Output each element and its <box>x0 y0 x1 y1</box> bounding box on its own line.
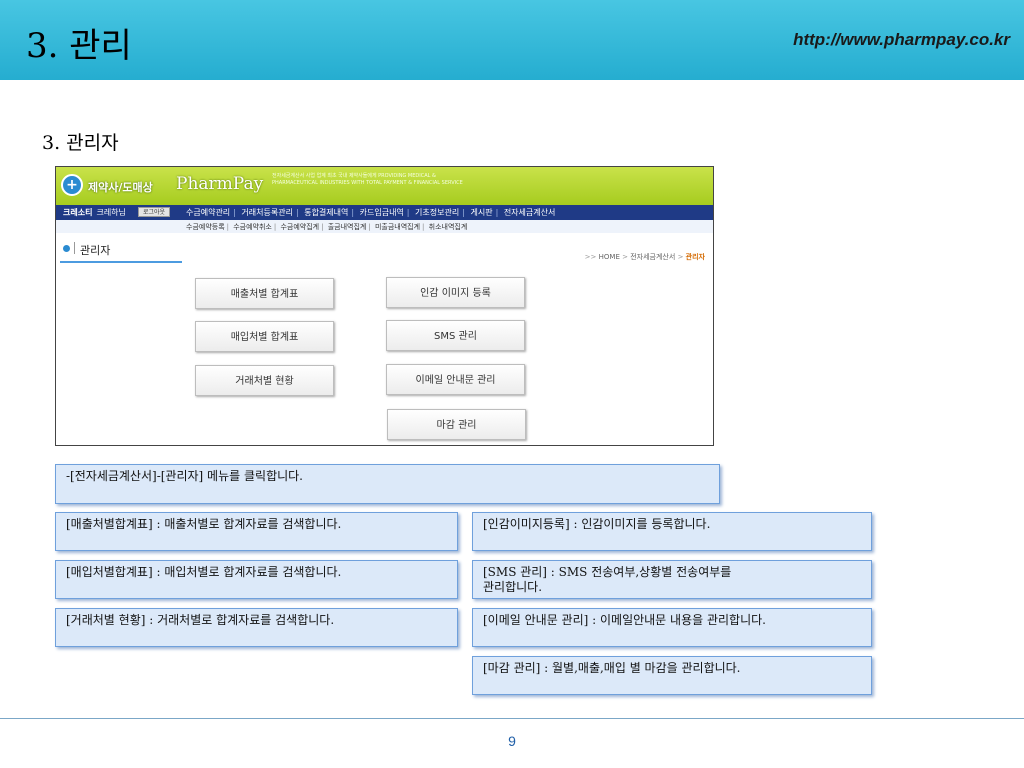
chevron-right-icon: > <box>677 253 684 261</box>
submenu-item[interactable]: 취소내역집계 <box>429 223 468 231</box>
menu-separator: | <box>462 208 465 217</box>
callout-seal-image: [인감이미지등록] : 인감이미지를 등록합니다. <box>472 512 872 551</box>
sales-summary-button[interactable]: 매출처별 합계표 <box>195 278 334 309</box>
submenu-item[interactable]: 수금예약등록 <box>186 223 225 231</box>
app-banner: + 제약사/도매상 PharmPay 전자세금계산서 사업 업계 최초 국내 제… <box>56 167 713 205</box>
user-info: 크레소티 크레하님 <box>63 207 126 218</box>
callout-email-notice: [이메일 안내문 관리] : 이메일안내문 내용을 관리합니다. <box>472 608 872 647</box>
menu-item-card-deposit[interactable]: 카드입금내역 <box>360 208 404 217</box>
submenu-item[interactable]: 미출금내역집계 <box>375 223 420 231</box>
callout-closing: [마감 관리] : 월별,매출,매입 별 마감을 관리합니다. <box>472 656 872 695</box>
app-main-nav: 크레소티 크레하님 로그아웃 수금예약관리 | 거래처등록관리 | 통합결제내역 | 카… <box>56 205 713 220</box>
app-page-title: 관리자 <box>80 244 111 257</box>
sms-manage-button[interactable]: SMS 관리 <box>386 320 525 351</box>
email-notice-manage-button[interactable]: 이메일 안내문 관리 <box>386 364 525 395</box>
page-number: 9 <box>508 733 516 749</box>
main-menu: 수금예약관리 | 거래처등록관리 | 통합결제내역 | 카드입금내역 | 기초정보관리 |… <box>186 207 555 218</box>
submenu-item[interactable]: 출금내역집계 <box>328 223 367 231</box>
submenu-separator: | <box>321 223 324 231</box>
callout-client-status: [거래처별 현황] : 거래처별로 합계자료를 검색합니다. <box>55 608 458 647</box>
footer-divider <box>0 718 1024 719</box>
menu-separator: | <box>495 208 499 217</box>
callout-sms-line2: 관리합니다. <box>483 580 543 594</box>
breadcrumb-current: 관리자 <box>685 253 705 261</box>
menu-item-collection-reservation[interactable]: 수금예약관리 <box>186 208 230 217</box>
menu-separator: | <box>351 208 355 217</box>
purchase-summary-button[interactable]: 매입처별 합계표 <box>195 321 334 352</box>
submenu-item[interactable]: 수금예약집계 <box>280 223 319 231</box>
breadcrumb-parent[interactable]: 전자세금계산서 <box>630 253 675 261</box>
menu-item-client-registration[interactable]: 거래처등록관리 <box>241 208 293 217</box>
logout-button[interactable]: 로그아웃 <box>138 207 170 217</box>
app-brand: PharmPay <box>176 174 264 194</box>
menu-item-board[interactable]: 게시판 <box>470 208 492 217</box>
app-tagline: 전자세금계산서 사업 업계 최초 국내 제약사들에게 PROVIDING MED… <box>272 173 463 186</box>
seal-image-register-button[interactable]: 인감 이미지 등록 <box>386 277 525 308</box>
sub-menu: 수금예약등록 | 수금예약취소 | 수금예약집계 | 출금내역집계 | 미출금내역집계 |… <box>186 222 467 232</box>
chevron-right-icon: > <box>622 253 628 261</box>
app-logo-text: 제약사/도매상 <box>88 181 153 194</box>
app-sub-nav: 수금예약등록 | 수금예약취소 | 수금예약집계 | 출금내역집계 | 미출금내역집계 |… <box>56 220 713 233</box>
menu-separator: | <box>406 208 410 217</box>
submenu-item[interactable]: 수금예약취소 <box>233 223 272 231</box>
menu-item-e-tax-invoice[interactable]: 전자세금계산서 <box>504 208 556 217</box>
submenu-separator: | <box>273 223 277 231</box>
closing-manage-button[interactable]: 마감 관리 <box>387 409 526 440</box>
submenu-separator: | <box>422 223 425 231</box>
menu-separator: | <box>233 208 236 217</box>
callout-sales-summary: [매출처별합계표] : 매출처별로 합계자료를 검색합니다. <box>55 512 458 551</box>
plus-cross-icon: + <box>61 174 83 196</box>
menu-item-basic-info[interactable]: 기초정보관리 <box>415 208 459 217</box>
menu-separator: | <box>295 208 299 217</box>
client-status-button[interactable]: 거래처별 현황 <box>195 365 334 396</box>
callout-sms: [SMS 관리] : SMS 전송여부,상황별 전송여부를 관리합니다. <box>472 560 872 599</box>
title-underline <box>60 261 182 263</box>
breadcrumb-home[interactable]: HOME <box>599 253 620 261</box>
menu-item-integrated-payment[interactable]: 통합결제내역 <box>304 208 348 217</box>
breadcrumb-prefix-icon: >> <box>584 253 597 261</box>
submenu-separator: | <box>226 223 229 231</box>
callout-sms-line1: [SMS 관리] : SMS 전송여부,상황별 전송여부를 <box>483 565 732 579</box>
slide-url[interactable]: http://www.pharmpay.co.kr <box>793 30 1010 50</box>
slide-header: 3. 관리 http://www.pharmpay.co.kr <box>0 0 1024 80</box>
user-label: 크레소티 <box>63 208 93 217</box>
user-name: 크레하님 <box>96 208 126 217</box>
slide-title: 3. 관리 <box>26 26 132 66</box>
title-divider <box>74 242 75 254</box>
section-heading: 3. 관리자 <box>42 132 119 154</box>
callout-menu-click: -[전자세금계산서]-[관리자] 메뉴를 클릭합니다. <box>55 464 720 504</box>
app-screenshot: + 제약사/도매상 PharmPay 전자세금계산서 사업 업계 최초 국내 제… <box>55 166 714 446</box>
breadcrumb: >> HOME > 전자세금계산서 > 관리자 <box>585 252 705 262</box>
callout-purchase-summary: [매입처별합계표] : 매입처별로 합계자료를 검색합니다. <box>55 560 458 599</box>
bullet-dot-icon <box>63 245 70 252</box>
submenu-separator: | <box>368 223 371 231</box>
